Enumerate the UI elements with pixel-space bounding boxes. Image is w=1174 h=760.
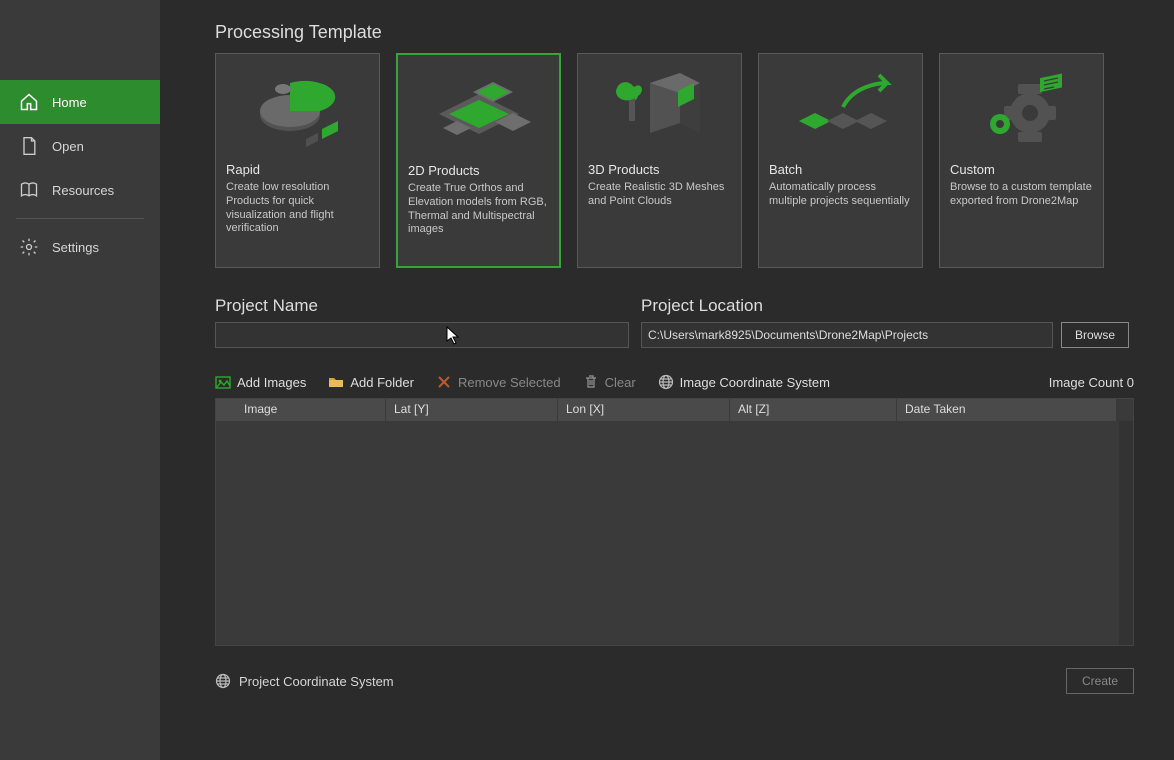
home-icon bbox=[18, 91, 40, 113]
table-header: Image Lat [Y] Lon [X] Alt [Z] Date Taken bbox=[216, 399, 1133, 421]
tool-label: Image Coordinate System bbox=[680, 375, 830, 390]
col-alt[interactable]: Alt [Z] bbox=[730, 399, 897, 421]
add-images-icon bbox=[215, 374, 231, 390]
tool-label: Remove Selected bbox=[458, 375, 561, 390]
col-scroll bbox=[1117, 399, 1133, 421]
nav-label: Resources bbox=[52, 183, 114, 198]
image-count: Image Count 0 bbox=[1049, 375, 1134, 390]
remove-selected-button: Remove Selected bbox=[436, 374, 561, 390]
project-name-input[interactable] bbox=[215, 322, 629, 348]
nav-settings[interactable]: Settings bbox=[0, 225, 160, 269]
project-location-label: Project Location bbox=[641, 296, 1129, 316]
nav-home[interactable]: Home bbox=[0, 80, 160, 124]
col-lon[interactable]: Lon [X] bbox=[558, 399, 730, 421]
card-title: 3D Products bbox=[588, 162, 731, 177]
create-button[interactable]: Create bbox=[1066, 668, 1134, 694]
folder-icon bbox=[328, 374, 344, 390]
card-desc: Create Realistic 3D Meshes and Point Clo… bbox=[588, 181, 731, 209]
nav-resources[interactable]: Resources bbox=[0, 168, 160, 212]
template-card-batch[interactable]: Batch Automatically process multiple pro… bbox=[758, 53, 923, 268]
card-title: Custom bbox=[950, 162, 1093, 177]
project-name-field: Project Name bbox=[215, 296, 629, 348]
main-content: Processing Template bbox=[160, 0, 1174, 760]
col-lat[interactable]: Lat [Y] bbox=[386, 399, 558, 421]
card-title: Rapid bbox=[226, 162, 369, 177]
template-card-rapid[interactable]: Rapid Create low resolution Products for… bbox=[215, 53, 380, 268]
project-location-field: Project Location Browse bbox=[641, 296, 1129, 348]
add-images-button[interactable]: Add Images bbox=[215, 374, 306, 390]
tool-label: Add Folder bbox=[350, 375, 414, 390]
nav-label: Settings bbox=[52, 240, 99, 255]
template-card-custom[interactable]: Custom Browse to a custom template expor… bbox=[939, 53, 1104, 268]
table-body bbox=[216, 421, 1133, 645]
card-title: Batch bbox=[769, 162, 912, 177]
batch-illustration bbox=[769, 54, 912, 162]
browse-button[interactable]: Browse bbox=[1061, 322, 1129, 348]
card-title: 2D Products bbox=[408, 163, 549, 178]
project-name-label: Project Name bbox=[215, 296, 629, 316]
image-coordinate-system-button[interactable]: Image Coordinate System bbox=[658, 374, 830, 390]
project-coordinate-system-button[interactable]: Project Coordinate System bbox=[239, 674, 394, 689]
template-card-2d-products[interactable]: 2D Products Create True Orthos and Eleva… bbox=[396, 53, 561, 268]
nav-label: Open bbox=[52, 139, 84, 154]
book-icon bbox=[18, 179, 40, 201]
document-icon bbox=[18, 135, 40, 157]
gear-icon bbox=[18, 236, 40, 258]
image-count-value: 0 bbox=[1127, 375, 1134, 390]
clear-button: Clear bbox=[583, 374, 636, 390]
footer: Project Coordinate System Create bbox=[215, 668, 1134, 694]
custom-illustration bbox=[950, 54, 1093, 162]
project-location-input[interactable] bbox=[641, 322, 1053, 348]
tool-label: Clear bbox=[605, 375, 636, 390]
trash-icon bbox=[583, 374, 599, 390]
remove-icon bbox=[436, 374, 452, 390]
sidebar-divider bbox=[16, 218, 144, 219]
template-cards: Rapid Create low resolution Products for… bbox=[215, 53, 1134, 268]
card-desc: Create low resolution Products for quick… bbox=[226, 181, 369, 236]
globe-icon bbox=[658, 374, 674, 390]
card-desc: Browse to a custom template exported fro… bbox=[950, 181, 1093, 209]
col-image[interactable]: Image bbox=[216, 399, 386, 421]
2d-products-illustration bbox=[408, 55, 549, 163]
templates-heading: Processing Template bbox=[215, 22, 1134, 43]
globe-icon bbox=[215, 673, 231, 689]
images-toolbar: Add Images Add Folder Remove Selected Cl… bbox=[215, 374, 1134, 390]
add-folder-button[interactable]: Add Folder bbox=[328, 374, 414, 390]
rapid-illustration bbox=[226, 54, 369, 162]
image-count-label: Image Count bbox=[1049, 375, 1123, 390]
tool-label: Add Images bbox=[237, 375, 306, 390]
images-table: Image Lat [Y] Lon [X] Alt [Z] Date Taken bbox=[215, 398, 1134, 646]
sidebar: Home Open Resources Settings bbox=[0, 0, 160, 760]
template-card-3d-products[interactable]: 3D Products Create Realistic 3D Meshes a… bbox=[577, 53, 742, 268]
nav-label: Home bbox=[52, 95, 87, 110]
card-desc: Create True Orthos and Elevation models … bbox=[408, 182, 549, 237]
table-scrollbar[interactable] bbox=[1119, 421, 1133, 645]
nav-open[interactable]: Open bbox=[0, 124, 160, 168]
card-desc: Automatically process multiple projects … bbox=[769, 181, 912, 209]
col-date[interactable]: Date Taken bbox=[897, 399, 1117, 421]
3d-products-illustration bbox=[588, 54, 731, 162]
